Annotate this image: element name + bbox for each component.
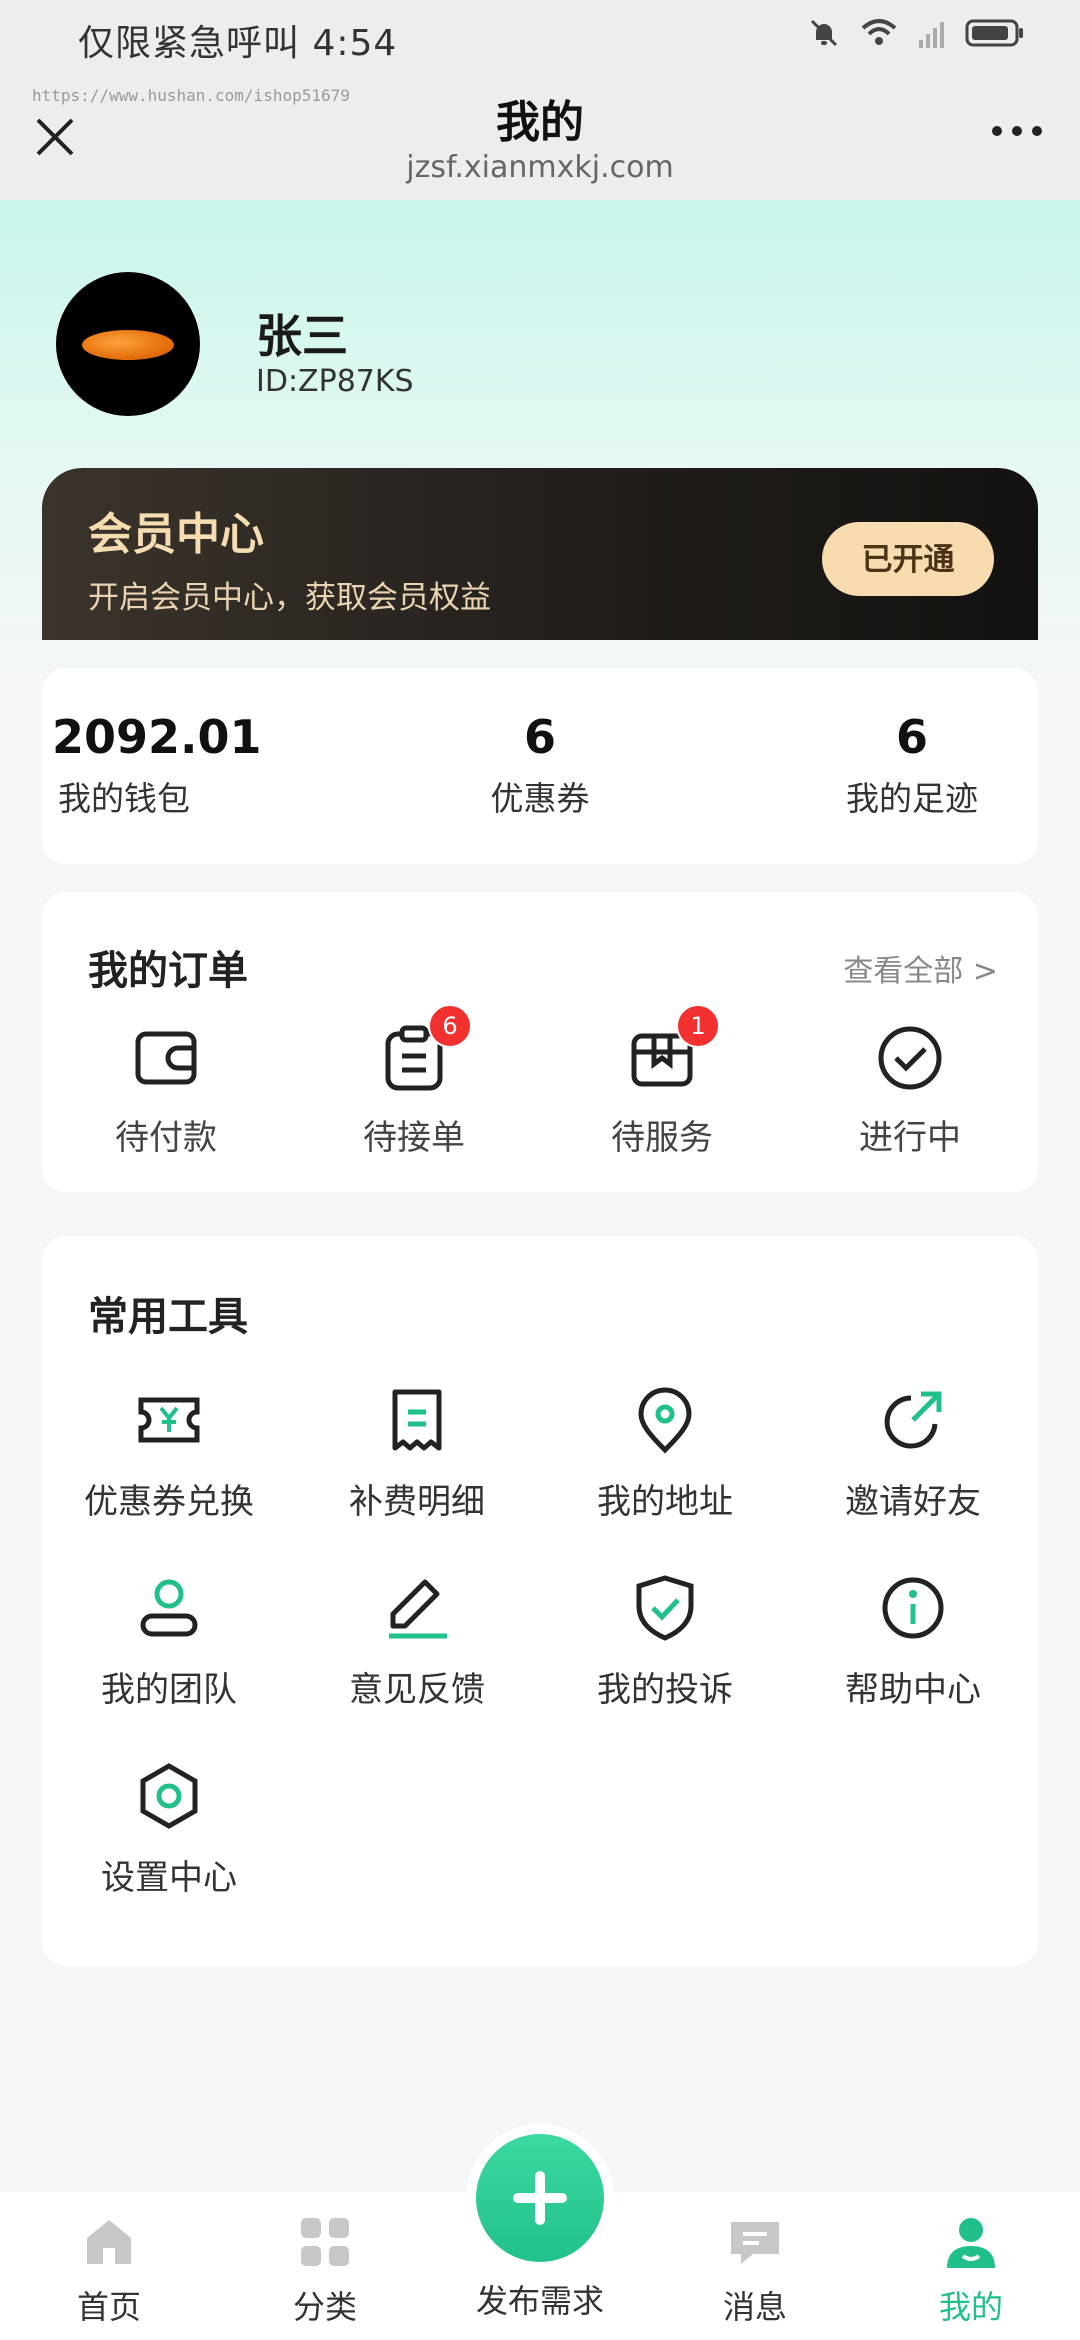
my-orders-card: 我的订单 查看全部 > 待付款 6 待接单 1 待服务 进行中 bbox=[42, 892, 1038, 1192]
page-title: 我的 bbox=[496, 97, 584, 148]
tool-invite-friends[interactable]: 邀请好友 bbox=[798, 1384, 1028, 1523]
mute-bell-icon bbox=[810, 19, 838, 47]
status-icons bbox=[807, 16, 1025, 50]
order-label: 待付款 bbox=[115, 1118, 217, 1158]
order-awaiting-accept[interactable]: 6 待接单 bbox=[314, 1004, 514, 1159]
order-in-progress[interactable]: 进行中 bbox=[810, 1022, 1010, 1159]
tool-label: 意见反馈 bbox=[349, 1670, 485, 1710]
tool-label: 设置中心 bbox=[101, 1858, 237, 1898]
order-count-badge: 1 bbox=[676, 1004, 720, 1048]
tab-home[interactable]: 首页 bbox=[34, 2212, 184, 2328]
footprint-value: 6 bbox=[895, 710, 928, 764]
grid-icon bbox=[301, 2218, 349, 2266]
settings-icon bbox=[140, 1763, 198, 1829]
tool-label: 补费明细 bbox=[349, 1482, 485, 1522]
dot-icon bbox=[992, 126, 1002, 136]
order-count-badge: 6 bbox=[428, 1004, 472, 1048]
orders-title: 我的订单 bbox=[88, 948, 248, 994]
tool-feedback[interactable]: 意见反馈 bbox=[302, 1572, 532, 1711]
message-icon bbox=[731, 2222, 779, 2264]
see-all-orders-link[interactable]: 查看全部 > bbox=[843, 946, 998, 990]
profile-icon bbox=[947, 2218, 995, 2268]
tab-label: 消息 bbox=[722, 2288, 787, 2326]
tool-fee-details[interactable]: 补费明细 bbox=[302, 1384, 532, 1523]
tool-coupon-exchange[interactable]: 优惠券兑换 bbox=[54, 1384, 284, 1523]
footprint-label: 我的足迹 bbox=[846, 779, 978, 818]
tool-label: 我的地址 bbox=[597, 1482, 733, 1522]
common-tools-card: 常用工具 优惠券兑换 补费明细 我的地址 邀请好友 我的团队 意见反馈 我的投诉… bbox=[42, 1236, 1038, 1966]
tab-label: 我的 bbox=[938, 2288, 1003, 2326]
wallet-icon bbox=[135, 1031, 197, 1085]
share-icon bbox=[884, 1391, 942, 1449]
tool-label: 帮助中心 bbox=[845, 1670, 981, 1710]
title-bar: 仅限紧急呼叫 4:54 https://www.hushan.com/ishop… bbox=[0, 0, 1080, 200]
order-label: 待接单 bbox=[363, 1118, 465, 1158]
tool-label: 邀请好友 bbox=[845, 1482, 981, 1522]
location-icon bbox=[638, 1387, 692, 1454]
team-icon bbox=[140, 1579, 198, 1637]
vip-center-card[interactable]: 会员中心 开启会员中心，获取会员权益 已开通 bbox=[42, 468, 1038, 640]
vip-subtitle: 开启会员中心，获取会员权益 bbox=[88, 580, 491, 616]
tool-settings-center[interactable]: 设置中心 bbox=[54, 1760, 284, 1899]
dot-icon bbox=[1032, 126, 1042, 136]
info-icon bbox=[882, 1577, 944, 1639]
stats-card: 2092.01 我的钱包 6 优惠券 6 我的足迹 bbox=[42, 668, 1038, 864]
vip-activated-button[interactable]: 已开通 bbox=[822, 522, 994, 596]
tab-mine[interactable]: 我的 bbox=[896, 2212, 1046, 2328]
tab-messages[interactable]: 消息 bbox=[680, 2212, 830, 2328]
plus-icon bbox=[513, 2171, 567, 2225]
tab-label: 分类 bbox=[292, 2288, 357, 2326]
publish-demand-button[interactable] bbox=[476, 2134, 604, 2262]
receipt-icon bbox=[392, 1389, 442, 1451]
vip-title: 会员中心 bbox=[88, 509, 264, 560]
edit-icon bbox=[389, 1579, 447, 1639]
footprint-stat[interactable]: 6 我的足迹 bbox=[812, 710, 1012, 820]
tool-my-address[interactable]: 我的地址 bbox=[550, 1384, 780, 1523]
tool-label: 我的团队 bbox=[101, 1670, 237, 1710]
wallet-stat[interactable]: 2092.01 我的钱包 bbox=[52, 710, 262, 820]
tool-my-team[interactable]: 我的团队 bbox=[54, 1572, 284, 1711]
order-awaiting-service[interactable]: 1 待服务 bbox=[562, 1004, 762, 1159]
coupon-stat[interactable]: 6 优惠券 bbox=[440, 710, 640, 820]
publish-demand-label[interactable]: 发布需求 bbox=[440, 2276, 640, 2322]
user-name: 张三 bbox=[256, 309, 348, 363]
order-label: 待服务 bbox=[611, 1118, 713, 1158]
status-text: 仅限紧急呼叫 4:54 bbox=[78, 23, 398, 64]
battery-icon bbox=[965, 19, 1023, 47]
order-label: 进行中 bbox=[859, 1118, 961, 1158]
coupon-icon bbox=[138, 1397, 200, 1443]
tools-title: 常用工具 bbox=[88, 1294, 248, 1340]
tool-label: 优惠券兑换 bbox=[84, 1482, 254, 1522]
wallet-value: 2092.01 bbox=[52, 710, 262, 764]
avatar-image bbox=[82, 330, 174, 360]
tool-help-center[interactable]: 帮助中心 bbox=[798, 1572, 1028, 1711]
tab-label: 首页 bbox=[76, 2288, 141, 2326]
wallet-label: 我的钱包 bbox=[58, 779, 190, 818]
avatar[interactable] bbox=[56, 272, 200, 416]
check-circle-icon bbox=[878, 1026, 942, 1090]
signal-icon bbox=[919, 22, 944, 48]
shield-check-icon bbox=[636, 1575, 694, 1641]
coupon-label: 优惠券 bbox=[490, 779, 590, 818]
home-icon bbox=[87, 2220, 131, 2264]
tool-label: 我的投诉 bbox=[597, 1670, 733, 1710]
dot-icon bbox=[1012, 126, 1022, 136]
more-options-button[interactable] bbox=[992, 126, 1042, 136]
tool-my-complaints[interactable]: 我的投诉 bbox=[550, 1572, 780, 1711]
wifi-icon bbox=[861, 19, 897, 45]
page-url: jzsf.xianmxkj.com bbox=[406, 150, 674, 185]
tab-category[interactable]: 分类 bbox=[250, 2212, 400, 2328]
user-id: ID:ZP87KS bbox=[256, 364, 414, 399]
coupon-value: 6 bbox=[523, 710, 556, 764]
order-pending-payment[interactable]: 待付款 bbox=[66, 1022, 266, 1159]
